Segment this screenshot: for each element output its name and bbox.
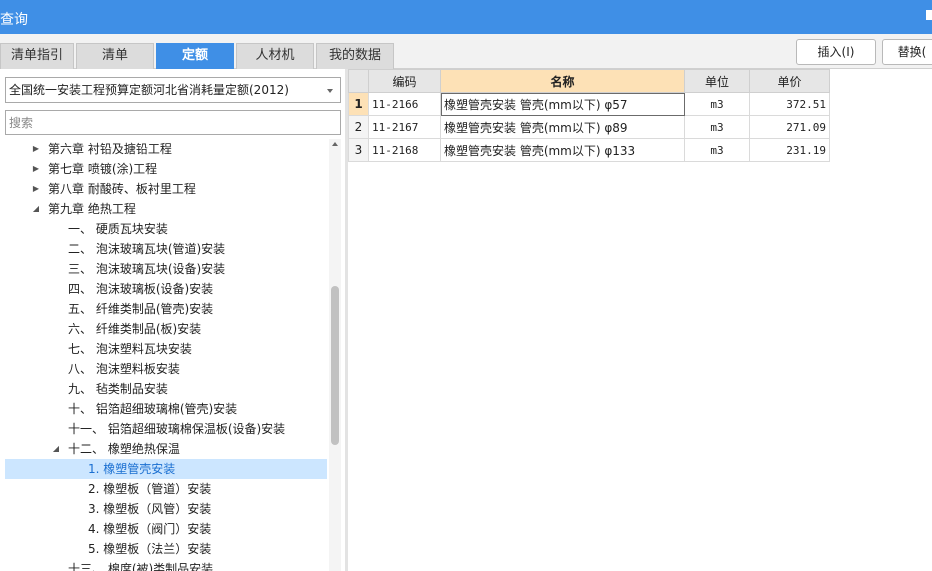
tab-my-data[interactable]: 我的数据 — [316, 43, 394, 69]
tree-node[interactable]: 十、 铝箔超细玻璃棉(管壳)安装 — [5, 399, 327, 419]
tree-node-label: 4. 橡塑板（阀门）安装 — [88, 522, 212, 536]
tree-node[interactable]: 4. 橡塑板（阀门）安装 — [5, 519, 327, 539]
tree-scrollbar[interactable] — [329, 139, 341, 571]
tree-node-label: 二、 泡沫玻璃瓦块(管道)安装 — [68, 242, 226, 256]
tree-node-label: 十一、 铝箔超细玻璃棉保温板(设备)安装 — [68, 422, 286, 436]
tree-node-label: 八、 泡沫塑料板安装 — [68, 362, 180, 376]
search-input[interactable] — [5, 110, 341, 135]
tree-node[interactable]: 五、 纤维类制品(管壳)安装 — [5, 299, 327, 319]
tree-node-label: 三、 泡沫玻璃瓦块(设备)安装 — [68, 262, 226, 276]
tree-node-label: 十二、 橡塑绝热保温 — [68, 442, 180, 456]
tab-quota[interactable]: 定额 — [156, 43, 234, 69]
column-header-code[interactable]: 编码 — [368, 69, 441, 93]
tree-node-label: 十三、 棉席(被)类制品安装 — [68, 562, 214, 571]
tree-node-label: 5. 橡塑板（法兰）安装 — [88, 542, 212, 556]
expanded-arrow-icon[interactable]: ◢ — [31, 199, 41, 219]
title-bar: 查询 — [0, 0, 932, 34]
cell-code[interactable]: 11-2167 — [368, 115, 441, 139]
cell-unit[interactable]: m3 — [684, 92, 750, 116]
tab-bar: 清单指引 清单 定额 人材机 我的数据 插入(I) 替换( — [0, 34, 932, 69]
grid-row[interactable]: 1 11-2166 橡塑管壳安装 管壳(mm以下) φ57 m3 372.51 — [348, 92, 830, 116]
tree-node[interactable]: ▶ 第八章 耐酸砖、板衬里工程 — [5, 179, 327, 199]
tab-labor-material-machine[interactable]: 人材机 — [236, 43, 314, 69]
column-header-name[interactable]: 名称 — [440, 69, 685, 93]
tree-node[interactable]: 三、 泡沫玻璃瓦块(设备)安装 — [5, 259, 327, 279]
collapsed-arrow-icon[interactable]: ▶ — [31, 179, 41, 199]
cell-unit[interactable]: m3 — [684, 138, 750, 162]
expanded-arrow-icon[interactable]: ◢ — [51, 439, 61, 459]
tree-node[interactable]: 十三、 棉席(被)类制品安装 — [5, 559, 327, 571]
tree-node[interactable]: 二、 泡沫玻璃瓦块(管道)安装 — [5, 239, 327, 259]
row-number[interactable]: 3 — [348, 138, 369, 162]
cell-name[interactable]: 橡塑管壳安装 管壳(mm以下) φ89 — [440, 115, 685, 139]
grid-corner — [348, 69, 369, 93]
window-control-icon[interactable] — [926, 10, 932, 20]
tree-node-label: 第九章 绝热工程 — [48, 202, 136, 216]
row-number[interactable]: 2 — [348, 115, 369, 139]
tree-node-label: 第六章 衬铅及搪铅工程 — [48, 142, 172, 156]
cell-name[interactable]: 橡塑管壳安装 管壳(mm以下) φ57 — [440, 92, 685, 116]
cell-price[interactable]: 231.19 — [749, 138, 830, 162]
tree-node-label: 十、 铝箔超细玻璃棉(管壳)安装 — [68, 402, 238, 416]
quota-grid: 编码 名称 单位 单价 1 11-2166 橡塑管壳安装 管壳(mm以下) φ57 m… — [348, 69, 830, 162]
tree-node[interactable]: ▶ 第七章 喷镀(涂)工程 — [5, 159, 327, 179]
tab-bill[interactable]: 清单 — [76, 43, 154, 69]
tree-node-label: 3. 橡塑板（风管）安装 — [88, 502, 212, 516]
collapsed-arrow-icon[interactable]: ▶ — [31, 159, 41, 179]
tree-node-label: 2. 橡塑板（管道）安装 — [88, 482, 212, 496]
insert-button[interactable]: 插入(I) — [796, 39, 876, 65]
grid-row[interactable]: 3 11-2168 橡塑管壳安装 管壳(mm以下) φ133 m3 231.19 — [348, 138, 830, 162]
tree-node-label: 第八章 耐酸砖、板衬里工程 — [48, 182, 196, 196]
collapsed-arrow-icon[interactable]: ▶ — [31, 139, 41, 159]
tree-node-label: 六、 纤维类制品(板)安装 — [68, 322, 202, 336]
tree-node[interactable]: ◢ 十二、 橡塑绝热保温 — [5, 439, 327, 459]
tree-node-label: 第七章 喷镀(涂)工程 — [48, 162, 158, 176]
tree-node[interactable]: 一、 硬质瓦块安装 — [5, 219, 327, 239]
grid-row[interactable]: 2 11-2167 橡塑管壳安装 管壳(mm以下) φ89 m3 271.09 — [348, 115, 830, 139]
cell-price[interactable]: 271.09 — [749, 115, 830, 139]
tree-node-label: 九、 毡类制品安装 — [68, 382, 168, 396]
tree-node[interactable]: 5. 橡塑板（法兰）安装 — [5, 539, 327, 559]
scroll-up-icon[interactable] — [332, 142, 338, 146]
cell-price[interactable]: 372.51 — [749, 92, 830, 116]
tree-node[interactable]: 七、 泡沫塑料瓦块安装 — [5, 339, 327, 359]
tree-node[interactable]: 八、 泡沫塑料板安装 — [5, 359, 327, 379]
tree-node-label: 四、 泡沫玻璃板(设备)安装 — [68, 282, 214, 296]
tree-node[interactable]: 2. 橡塑板（管道）安装 — [5, 479, 327, 499]
cell-unit[interactable]: m3 — [684, 115, 750, 139]
chevron-down-icon[interactable] — [327, 89, 333, 93]
replace-button[interactable]: 替换( — [882, 39, 932, 65]
left-pane: 全国统一安装工程预算定额河北省消耗量定额(2012) ▶第六章 衬铅及搪铅工程▶… — [0, 69, 345, 571]
chapter-tree: ▶ 第六章 衬铅及搪铅工程 ▶ 第七章 喷镀(涂)工程 ▶ 第八章 耐酸砖、板衬里工程 ◢ 第… — [5, 139, 327, 571]
quota-library-value: 全国统一安装工程预算定额河北省消耗量定额(2012) — [9, 83, 289, 97]
tree-node[interactable]: 3. 橡塑板（风管）安装 — [5, 499, 327, 519]
cell-code[interactable]: 11-2168 — [368, 138, 441, 162]
row-number[interactable]: 1 — [348, 92, 369, 116]
tree-node-label: 五、 纤维类制品(管壳)安装 — [68, 302, 214, 316]
window-title: 查询 — [0, 12, 28, 28]
column-header-price[interactable]: 单价 — [749, 69, 830, 93]
tree-node[interactable]: ◢ 第九章 绝热工程 — [5, 199, 327, 219]
tree-node[interactable]: 九、 毡类制品安装 — [5, 379, 327, 399]
tree-node[interactable]: 十一、 铝箔超细玻璃棉保温板(设备)安装 — [5, 419, 327, 439]
column-header-unit[interactable]: 单位 — [684, 69, 750, 93]
tree-node[interactable]: 1. 橡塑管壳安装 — [5, 459, 327, 479]
cell-code[interactable]: 11-2166 — [368, 92, 441, 116]
scrollbar-thumb[interactable] — [331, 286, 339, 445]
quota-library-select[interactable]: 全国统一安装工程预算定额河北省消耗量定额(2012) — [5, 77, 341, 103]
tab-bill-guide[interactable]: 清单指引 — [0, 43, 74, 69]
tree-node[interactable]: 四、 泡沫玻璃板(设备)安装 — [5, 279, 327, 299]
tree-node-label: 七、 泡沫塑料瓦块安装 — [68, 342, 192, 356]
grid-header-row: 编码 名称 单位 单价 — [348, 69, 830, 93]
tree-node[interactable]: ▶ 第六章 衬铅及搪铅工程 — [5, 139, 327, 159]
tree-node-label: 1. 橡塑管壳安装 — [88, 462, 176, 476]
tree-node-label: 一、 硬质瓦块安装 — [68, 222, 168, 236]
tree-node[interactable]: 六、 纤维类制品(板)安装 — [5, 319, 327, 339]
cell-name[interactable]: 橡塑管壳安装 管壳(mm以下) φ133 — [440, 138, 685, 162]
